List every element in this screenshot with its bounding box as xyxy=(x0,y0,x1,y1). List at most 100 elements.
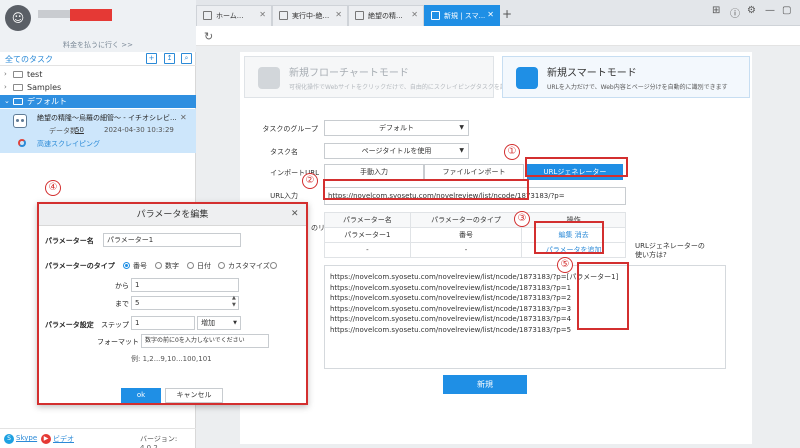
robot-icon xyxy=(13,114,27,128)
table-cell: パラメーター1 xyxy=(324,227,411,243)
tab-running[interactable]: 実行中-絶... ✕ xyxy=(272,5,348,26)
tree-item-label: デフォルト xyxy=(27,97,67,106)
close-icon[interactable]: ✕ xyxy=(335,10,342,19)
format-select[interactable]: 数字の前に0を入力しないでください xyxy=(141,334,269,348)
mode-description: URLを入力だけで、Web内容とページ分けを自動的に識別できます xyxy=(547,84,728,91)
cancel-button[interactable]: キャンセル xyxy=(165,388,223,403)
new-task-panel: 新規フローチャートモード 可視化操作でWebサイトをクリックだけで、自由的にスク… xyxy=(240,52,752,444)
refresh-icon[interactable]: ↻ xyxy=(204,30,213,43)
manual-input-option[interactable]: 手動入力 xyxy=(324,164,424,180)
preview-url: https://novelcom.syosetu.com/novelreview… xyxy=(330,304,572,313)
step-input[interactable]: 1 xyxy=(131,316,195,330)
ok-button[interactable]: ok xyxy=(121,388,161,403)
task-item[interactable]: 絶望の精隆～烏羅の細管～ - イチオシレビ... ✕ データ数: 50 2024… xyxy=(0,109,196,153)
spin-up-icon[interactable]: ▲ xyxy=(232,295,305,301)
smart-mode-card[interactable]: 新規スマートモード URLを入力だけで、Web内容とページ分けを自動的に識別でき… xyxy=(502,56,750,98)
param-type-label: パラメーターのタイプ xyxy=(45,262,115,270)
radio-label: カスタマイズ xyxy=(228,262,270,270)
close-icon[interactable]: ✕ xyxy=(259,10,266,19)
url-generator-help-link[interactable]: URLジェネレーターの使い方は? xyxy=(635,242,705,260)
folder-icon xyxy=(13,84,23,91)
search-icon[interactable]: ⌕ xyxy=(181,53,192,64)
chevron-down-icon: ▼ xyxy=(459,124,464,131)
flowchart-mode-card[interactable]: 新規フローチャートモード 可視化操作でWebサイトをクリックだけで、自由的にスク… xyxy=(244,56,512,98)
close-icon[interactable]: ✕ xyxy=(411,10,418,19)
chevron-right-icon[interactable]: › xyxy=(4,81,7,94)
settings-icon[interactable]: ⚙ xyxy=(747,5,756,16)
preview-url: https://novelcom.syosetu.com/novelreview… xyxy=(330,294,572,302)
annotation-marker: ⑤ xyxy=(557,257,573,273)
param-name-input[interactable]: パラメーター1 xyxy=(103,233,241,247)
avatar[interactable]: ☺ xyxy=(5,5,31,31)
spin-down-icon[interactable]: ▼ xyxy=(232,302,305,308)
table-cell: - xyxy=(409,242,523,258)
table-cell: 番号 xyxy=(409,227,523,243)
radio-digit[interactable] xyxy=(155,262,162,269)
chevron-right-icon[interactable]: › xyxy=(4,68,7,81)
dialog-title: パラメータを編集 xyxy=(39,204,306,226)
tab-home[interactable]: ホーム... ✕ xyxy=(196,5,272,26)
tab-new-smart[interactable]: 新規 | スマ... ✕ xyxy=(424,5,500,26)
new-task-icon[interactable]: + xyxy=(146,53,157,64)
step-mode-value: 増加 xyxy=(201,319,215,327)
tasks-header: 全てのタスク + ↥ ⌕ xyxy=(0,52,196,66)
table-cell: - xyxy=(324,242,411,258)
radio-label: 数字 xyxy=(165,262,179,270)
from-input[interactable]: 1 xyxy=(131,278,239,292)
task-data-count[interactable]: 50 xyxy=(75,126,84,134)
add-tab-icon[interactable]: + xyxy=(502,7,512,21)
upgrade-link[interactable]: 料金を払うに行く >> xyxy=(0,40,196,50)
to-input[interactable]: 5 xyxy=(131,296,239,310)
annotation-box-parameter-values xyxy=(577,262,629,330)
version-label: バージョン: 4.0.2 xyxy=(140,435,178,448)
task-name-value: ページタイトルを使用 xyxy=(361,147,432,155)
task-group-select[interactable]: デフォルト ▼ xyxy=(324,120,469,136)
radio-extra[interactable] xyxy=(270,262,277,269)
tree-item-test[interactable]: › test xyxy=(0,68,196,81)
page-icon xyxy=(431,11,440,20)
skype-link[interactable]: Skype xyxy=(16,434,37,442)
annotation-marker: ① xyxy=(504,144,520,160)
mode-description: 可視化操作でWebサイトをクリックだけで、自由的にスクレイピングタスクを設定 xyxy=(289,84,512,91)
video-link[interactable]: ビデオ xyxy=(53,434,74,444)
task-name-select[interactable]: ページタイトルを使用 ▼ xyxy=(324,143,469,159)
file-import-option[interactable]: ファイルインポート xyxy=(424,164,524,180)
task-name-label: タスク名 xyxy=(270,148,298,156)
tree-item-samples[interactable]: › Samples xyxy=(0,81,196,94)
task-date: 2024-04-30 10:3:29 xyxy=(104,126,174,134)
format-label: フォーマット xyxy=(97,338,139,346)
chevron-down-icon[interactable]: ⌄ xyxy=(4,95,10,108)
create-button[interactable]: 新規 xyxy=(443,375,527,394)
preview-url: https://novelcom.syosetu.com/novelreview… xyxy=(330,283,572,292)
to-value: 5 xyxy=(135,299,140,307)
close-icon[interactable]: ✕ xyxy=(487,10,494,19)
annotation-box-url-input xyxy=(323,179,529,200)
mode-title: 新規フローチャートモード xyxy=(289,68,409,79)
format-value: 数字の前に0を入力しないでください xyxy=(145,337,245,344)
tab-label: 新規 | スマ... xyxy=(444,12,486,20)
help-icon[interactable]: ⓘ xyxy=(730,5,740,20)
video-icon[interactable]: ▶ xyxy=(41,434,51,444)
chevron-down-icon: ▼ xyxy=(233,320,237,326)
import-icon[interactable]: ↥ xyxy=(164,53,175,64)
minimize-icon[interactable]: — xyxy=(765,5,775,16)
annotation-marker: ② xyxy=(302,173,318,189)
skype-icon[interactable]: S xyxy=(4,434,14,444)
all-tasks-label[interactable]: 全てのタスク xyxy=(5,54,53,65)
annotation-box-url-generator xyxy=(525,157,628,177)
task-title: 絶望の精隆～烏羅の細管～ - イチオシレビ... xyxy=(37,114,177,122)
annotation-box-operations xyxy=(534,221,604,254)
close-icon[interactable]: ✕ xyxy=(291,209,299,219)
tab-task[interactable]: 絶望の精... ✕ xyxy=(348,5,424,26)
close-icon[interactable]: ✕ xyxy=(180,113,187,122)
tab-label: ホーム... xyxy=(216,12,244,20)
grid-icon[interactable]: ⊞ xyxy=(712,5,720,16)
mode-title: 新規スマートモード xyxy=(547,68,637,79)
tree-item-default[interactable]: ⌄ デフォルト xyxy=(0,95,196,108)
radio-date[interactable] xyxy=(187,262,194,269)
radio-custom[interactable] xyxy=(218,262,225,269)
maximize-icon[interactable]: ▢ xyxy=(782,5,791,16)
task-group-label: タスクのグループ xyxy=(262,125,318,133)
step-mode-select[interactable]: 増加 ▼ xyxy=(197,316,241,330)
radio-number[interactable] xyxy=(123,262,130,269)
